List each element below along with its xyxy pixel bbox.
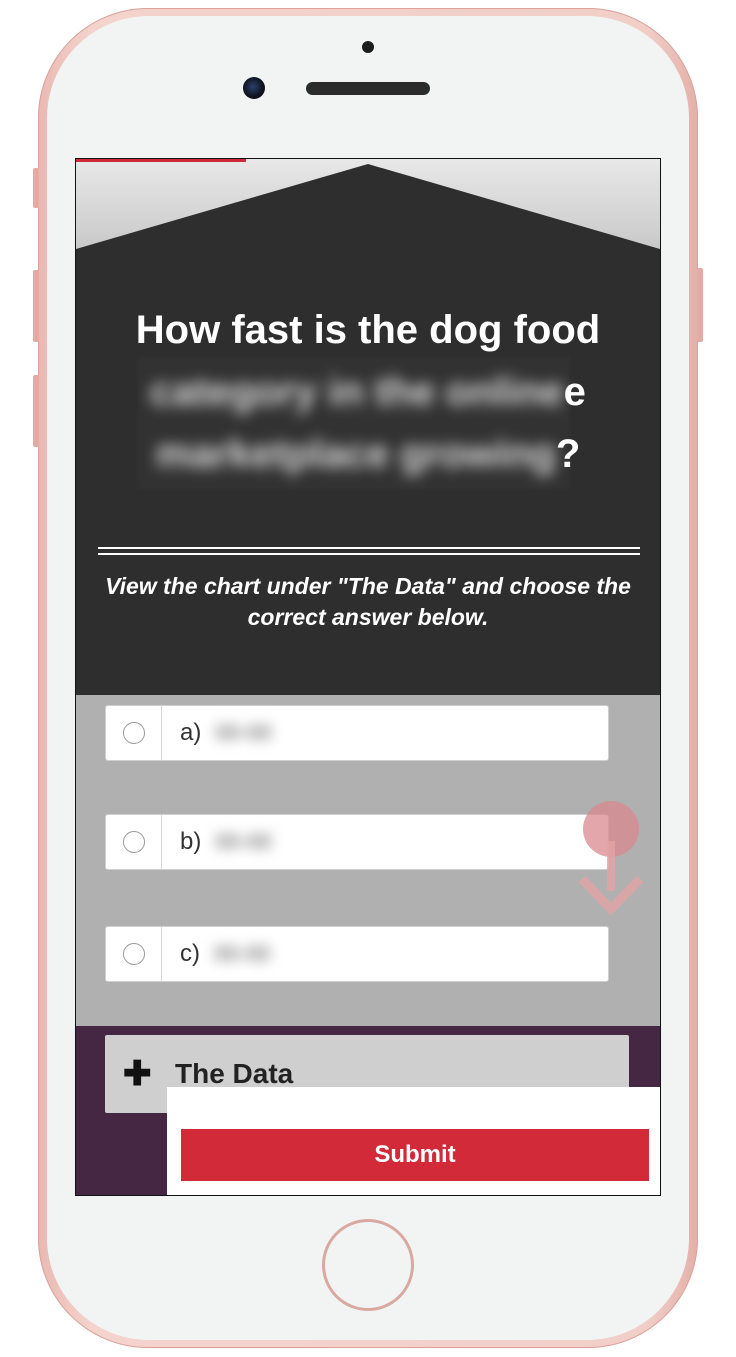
answer-value-redacted: 00-00 xyxy=(215,720,272,745)
progress-bar xyxy=(76,159,246,162)
answer-label: b) xyxy=(180,828,202,855)
question-redacted-2: category in the online xyxy=(150,370,564,414)
mute-switch xyxy=(33,168,39,208)
answer-label: c) xyxy=(180,940,200,967)
question-line-2: category in the onlinee xyxy=(96,361,640,423)
camera-icon xyxy=(243,77,265,99)
question-suffix-2: e xyxy=(563,370,586,414)
power-button xyxy=(697,268,703,342)
radio-button[interactable] xyxy=(122,722,145,744)
volume-up-button xyxy=(33,270,39,342)
plus-icon[interactable]: ✚ xyxy=(123,1054,153,1094)
volume-down-button xyxy=(33,375,39,447)
home-button[interactable] xyxy=(322,1219,414,1311)
question-hero: How fast is the dog food category in the… xyxy=(76,159,660,695)
question-line-3: marketplace growing? xyxy=(96,423,640,485)
submit-bar: Submit xyxy=(167,1087,660,1195)
scroll-down-arrow-icon xyxy=(578,801,644,916)
proximity-sensor xyxy=(362,41,374,53)
answer-label: a) xyxy=(180,719,202,746)
instructions-text: View the chart under "The Data" and choo… xyxy=(105,573,631,630)
question-redacted-3: marketplace growing xyxy=(155,432,556,476)
answer-option-a[interactable]: a) 00-00 xyxy=(105,705,609,761)
question-line-1: How fast is the dog food xyxy=(135,308,601,352)
question-suffix-3: ? xyxy=(555,432,581,476)
radio-cell[interactable] xyxy=(106,706,162,760)
answers-section: a) 00-00 b) 00-00 c) 00-00 xyxy=(76,695,660,1026)
radio-cell[interactable] xyxy=(106,927,162,981)
earpiece-speaker xyxy=(306,82,430,95)
answer-value-redacted: 00-00 xyxy=(214,941,271,966)
radio-button[interactable] xyxy=(122,943,145,965)
answer-option-b[interactable]: b) 00-00 xyxy=(105,814,609,870)
answer-option-c[interactable]: c) 00-00 xyxy=(105,926,609,982)
radio-button[interactable] xyxy=(122,831,145,853)
submit-button[interactable]: Submit xyxy=(181,1129,649,1181)
radio-cell[interactable] xyxy=(106,815,162,869)
the-data-title: The Data xyxy=(175,1058,294,1089)
double-divider xyxy=(98,547,640,555)
answer-value-redacted: 00-00 xyxy=(215,829,272,854)
question-title: How fast is the dog food category in the… xyxy=(96,299,640,485)
phone-screen: How fast is the dog food category in the… xyxy=(75,158,661,1196)
